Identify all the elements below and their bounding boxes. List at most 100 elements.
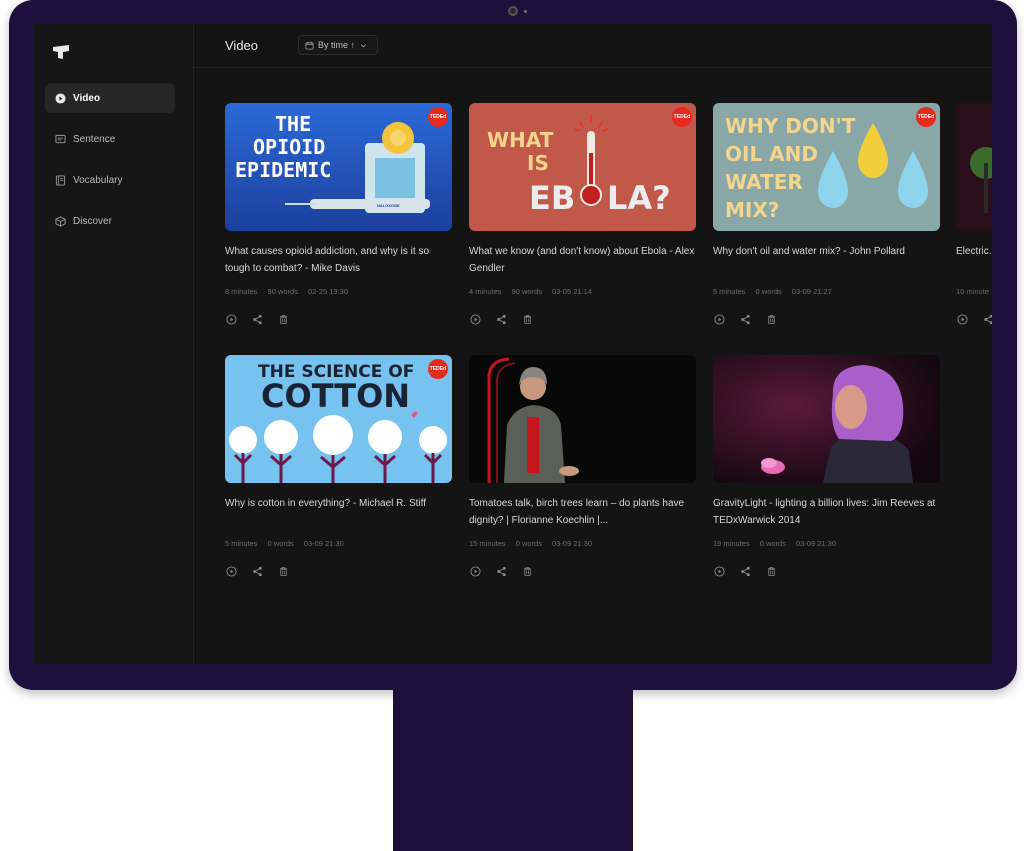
delete-icon[interactable] (277, 313, 289, 325)
svg-text:THE: THE (275, 112, 311, 136)
book-icon (54, 174, 66, 186)
video-card[interactable]: THE SCIENCE OF COTTON TEDEd Why is cotto… (225, 355, 452, 577)
thumbnail-image: WHAT IS EB LA? (469, 103, 696, 231)
share-icon[interactable] (982, 313, 992, 325)
camera-indicator (524, 10, 527, 13)
sidebar-item-vocabulary[interactable]: Vocabulary (45, 165, 175, 195)
app-screen: Video Sentence Vocabulary Discover Video… (34, 24, 992, 664)
delete-icon[interactable] (521, 565, 533, 577)
sidebar-item-sentence[interactable]: Sentence (45, 124, 175, 154)
video-duration: 5 minutes (713, 287, 746, 296)
sidebar-nav: Video Sentence Vocabulary Discover (45, 83, 175, 247)
svg-text:WHAT: WHAT (487, 128, 554, 152)
delete-icon[interactable] (277, 565, 289, 577)
video-title[interactable]: Electric... and cor... (956, 243, 992, 277)
video-thumbnail[interactable]: THE SCIENCE OF COTTON TEDEd (225, 355, 452, 483)
video-meta: 8 minutes 90 words 02-25 19:30 (225, 287, 452, 296)
sidebar-item-discover[interactable]: Discover (45, 206, 175, 236)
video-actions (469, 565, 696, 577)
video-thumbnail[interactable]: NALOXONE THE OPIOID EPIDEMIC TEDEd (225, 103, 452, 231)
video-word-count: 0 words (759, 539, 786, 548)
video-thumbnail[interactable] (713, 355, 940, 483)
app-logo-icon[interactable] (52, 44, 70, 60)
video-card[interactable]: GravityLight - lighting a billion lives:… (713, 355, 940, 577)
delete-icon[interactable] (765, 565, 777, 577)
video-word-count: 0 words (515, 539, 542, 548)
svg-text:OPIOID: OPIOID (253, 135, 325, 159)
video-title[interactable]: What causes opioid addiction, and why is… (225, 243, 452, 277)
video-meta: 15 minutes 0 words 03-09 21:30 (469, 539, 696, 548)
video-actions (713, 313, 940, 325)
ted-ed-badge: TEDEd (428, 359, 448, 379)
page-header: Video By time ↑ (194, 24, 992, 68)
video-date: 03-09 21:30 (551, 539, 592, 548)
video-date: 03-09 21:27 (791, 287, 832, 296)
video-thumbnail[interactable]: WHAT IS EB LA? TEDEd (469, 103, 696, 231)
play-icon[interactable] (469, 565, 481, 577)
svg-text:NALOXONE: NALOXONE (377, 203, 400, 208)
video-meta: 5 minutes 0 words 03-09 21:27 (713, 287, 940, 296)
video-card[interactable]: Electric... and cor... 10 minute (956, 103, 992, 325)
video-card[interactable]: NALOXONE THE OPIOID EPIDEMIC TEDEd What … (225, 103, 452, 325)
monitor-stand (393, 690, 633, 851)
play-icon[interactable] (225, 565, 237, 577)
chevron-down-icon (361, 43, 367, 47)
sidebar-item-label: Sentence (73, 133, 116, 145)
sidebar-item-label: Vocabulary (73, 174, 123, 186)
share-icon[interactable] (495, 313, 507, 325)
video-meta: 5 minutes 0 words 03-09 21:30 (225, 539, 452, 548)
play-icon[interactable] (225, 313, 237, 325)
video-duration: 4 minutes (469, 287, 502, 296)
video-thumbnail[interactable] (469, 355, 696, 483)
play-icon[interactable] (713, 313, 725, 325)
camera (508, 6, 518, 16)
delete-icon[interactable] (521, 313, 533, 325)
video-actions (713, 565, 940, 577)
page-title: Video (225, 38, 259, 53)
play-icon[interactable] (713, 565, 725, 577)
sidebar-item-video[interactable]: Video (45, 83, 175, 113)
share-icon[interactable] (739, 313, 751, 325)
share-icon[interactable] (251, 313, 263, 325)
video-word-count: 0 words (755, 287, 782, 296)
sidebar-item-label: Video (73, 92, 101, 104)
thumbnail-image (713, 355, 940, 483)
video-date: 03-09 21:30 (303, 539, 344, 548)
video-actions (225, 313, 452, 325)
video-title[interactable]: Tomatoes talk, birch trees learn – do pl… (469, 495, 696, 529)
svg-text:EB: EB (529, 179, 575, 217)
play-circle-icon (54, 92, 66, 104)
thumbnail-image: WHY DON'T OIL AND WATER MIX? (713, 103, 940, 231)
video-card[interactable]: WHAT IS EB LA? TEDEd What we know (and d… (469, 103, 696, 325)
svg-text:WATER: WATER (725, 170, 803, 194)
ted-ed-badge: TEDEd (916, 107, 936, 127)
video-date: 02-25 19:30 (307, 287, 349, 296)
svg-text:MIX?: MIX? (725, 198, 779, 222)
play-icon[interactable] (956, 313, 968, 325)
video-title[interactable]: Why is cotton in everything? - Michael R… (225, 495, 452, 529)
delete-icon[interactable] (765, 313, 777, 325)
thumbnail-image: THE SCIENCE OF COTTON (225, 355, 452, 483)
svg-text:LA?: LA? (607, 179, 671, 217)
video-grid: NALOXONE THE OPIOID EPIDEMIC TEDEd What … (225, 103, 992, 664)
sort-label: By time ↑ (318, 40, 356, 50)
video-title[interactable]: GravityLight - lighting a billion lives:… (713, 495, 940, 529)
svg-text:EPIDEMIC: EPIDEMIC (235, 158, 331, 182)
svg-text:WHY DON'T: WHY DON'T (725, 114, 856, 138)
share-icon[interactable] (739, 565, 751, 577)
video-title[interactable]: Why don't oil and water mix? - John Poll… (713, 243, 940, 277)
sidebar-item-label: Discover (73, 215, 112, 227)
share-icon[interactable] (251, 565, 263, 577)
svg-text:OIL AND: OIL AND (725, 142, 818, 166)
play-icon[interactable] (469, 313, 481, 325)
video-actions (469, 313, 696, 325)
video-title[interactable]: What we know (and don't know) about Ebol… (469, 243, 696, 277)
video-thumbnail[interactable]: WHY DON'T OIL AND WATER MIX? TEDEd (713, 103, 940, 231)
thumbnail-image (469, 355, 696, 483)
video-meta: 19 minutes 0 words 03-09 21:30 (713, 539, 940, 548)
sort-dropdown[interactable]: By time ↑ (298, 35, 379, 55)
video-card[interactable]: WHY DON'T OIL AND WATER MIX? TEDEd Why d… (713, 103, 940, 325)
share-icon[interactable] (495, 565, 507, 577)
video-card[interactable]: Tomatoes talk, birch trees learn – do pl… (469, 355, 696, 577)
video-thumbnail[interactable] (956, 103, 992, 231)
